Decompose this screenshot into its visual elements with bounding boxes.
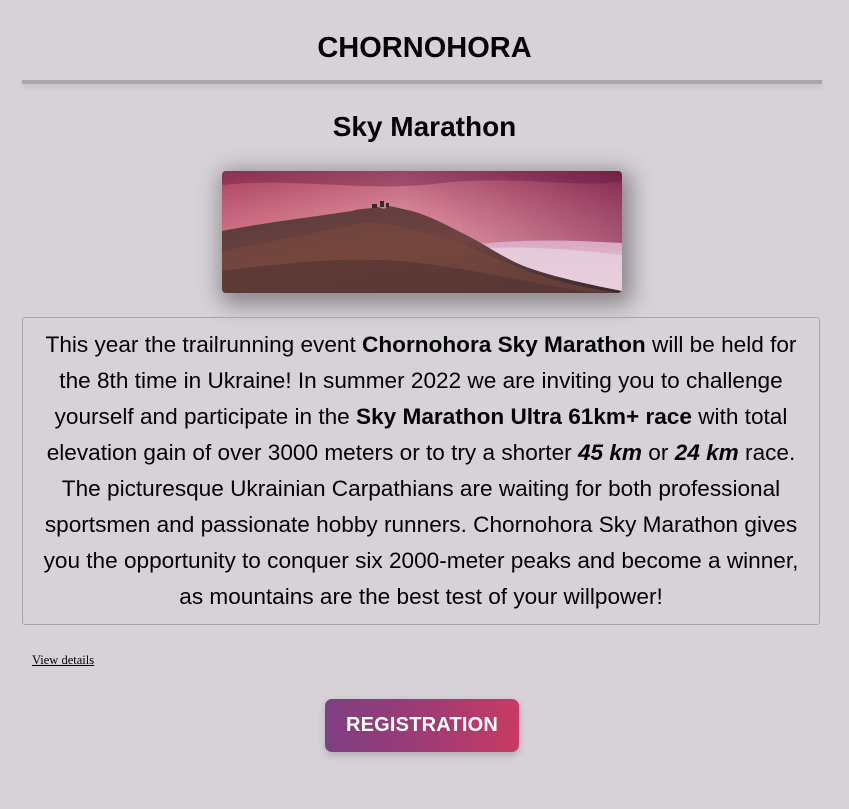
view-details-link[interactable]: View details xyxy=(32,653,94,668)
description-45km: 45 km xyxy=(577,440,643,465)
mountain-peak-sunset-photo xyxy=(222,171,622,293)
header-divider xyxy=(22,80,822,84)
event-title: Sky Marathon xyxy=(332,111,517,142)
hero-image xyxy=(222,171,622,293)
registration-button[interactable]: REGISTRATION xyxy=(325,699,519,752)
description-text: race. The picturesque Ukrainian Carpathi… xyxy=(43,440,799,609)
site-title: CHORNOHORA xyxy=(317,32,532,64)
description-text: or xyxy=(642,440,675,465)
event-description: This year the trailrunning event Chornoh… xyxy=(22,317,820,625)
description-ultra-race: Sky Marathon Ultra 61km+ race xyxy=(356,404,692,429)
description-event-name: Chornohora Sky Marathon xyxy=(362,332,646,357)
description-24km: 24 km xyxy=(674,440,739,465)
description-text: This year the trailrunning event xyxy=(45,332,363,357)
page: CHORNOHORA Sky Marathon This year the tr… xyxy=(0,0,849,809)
